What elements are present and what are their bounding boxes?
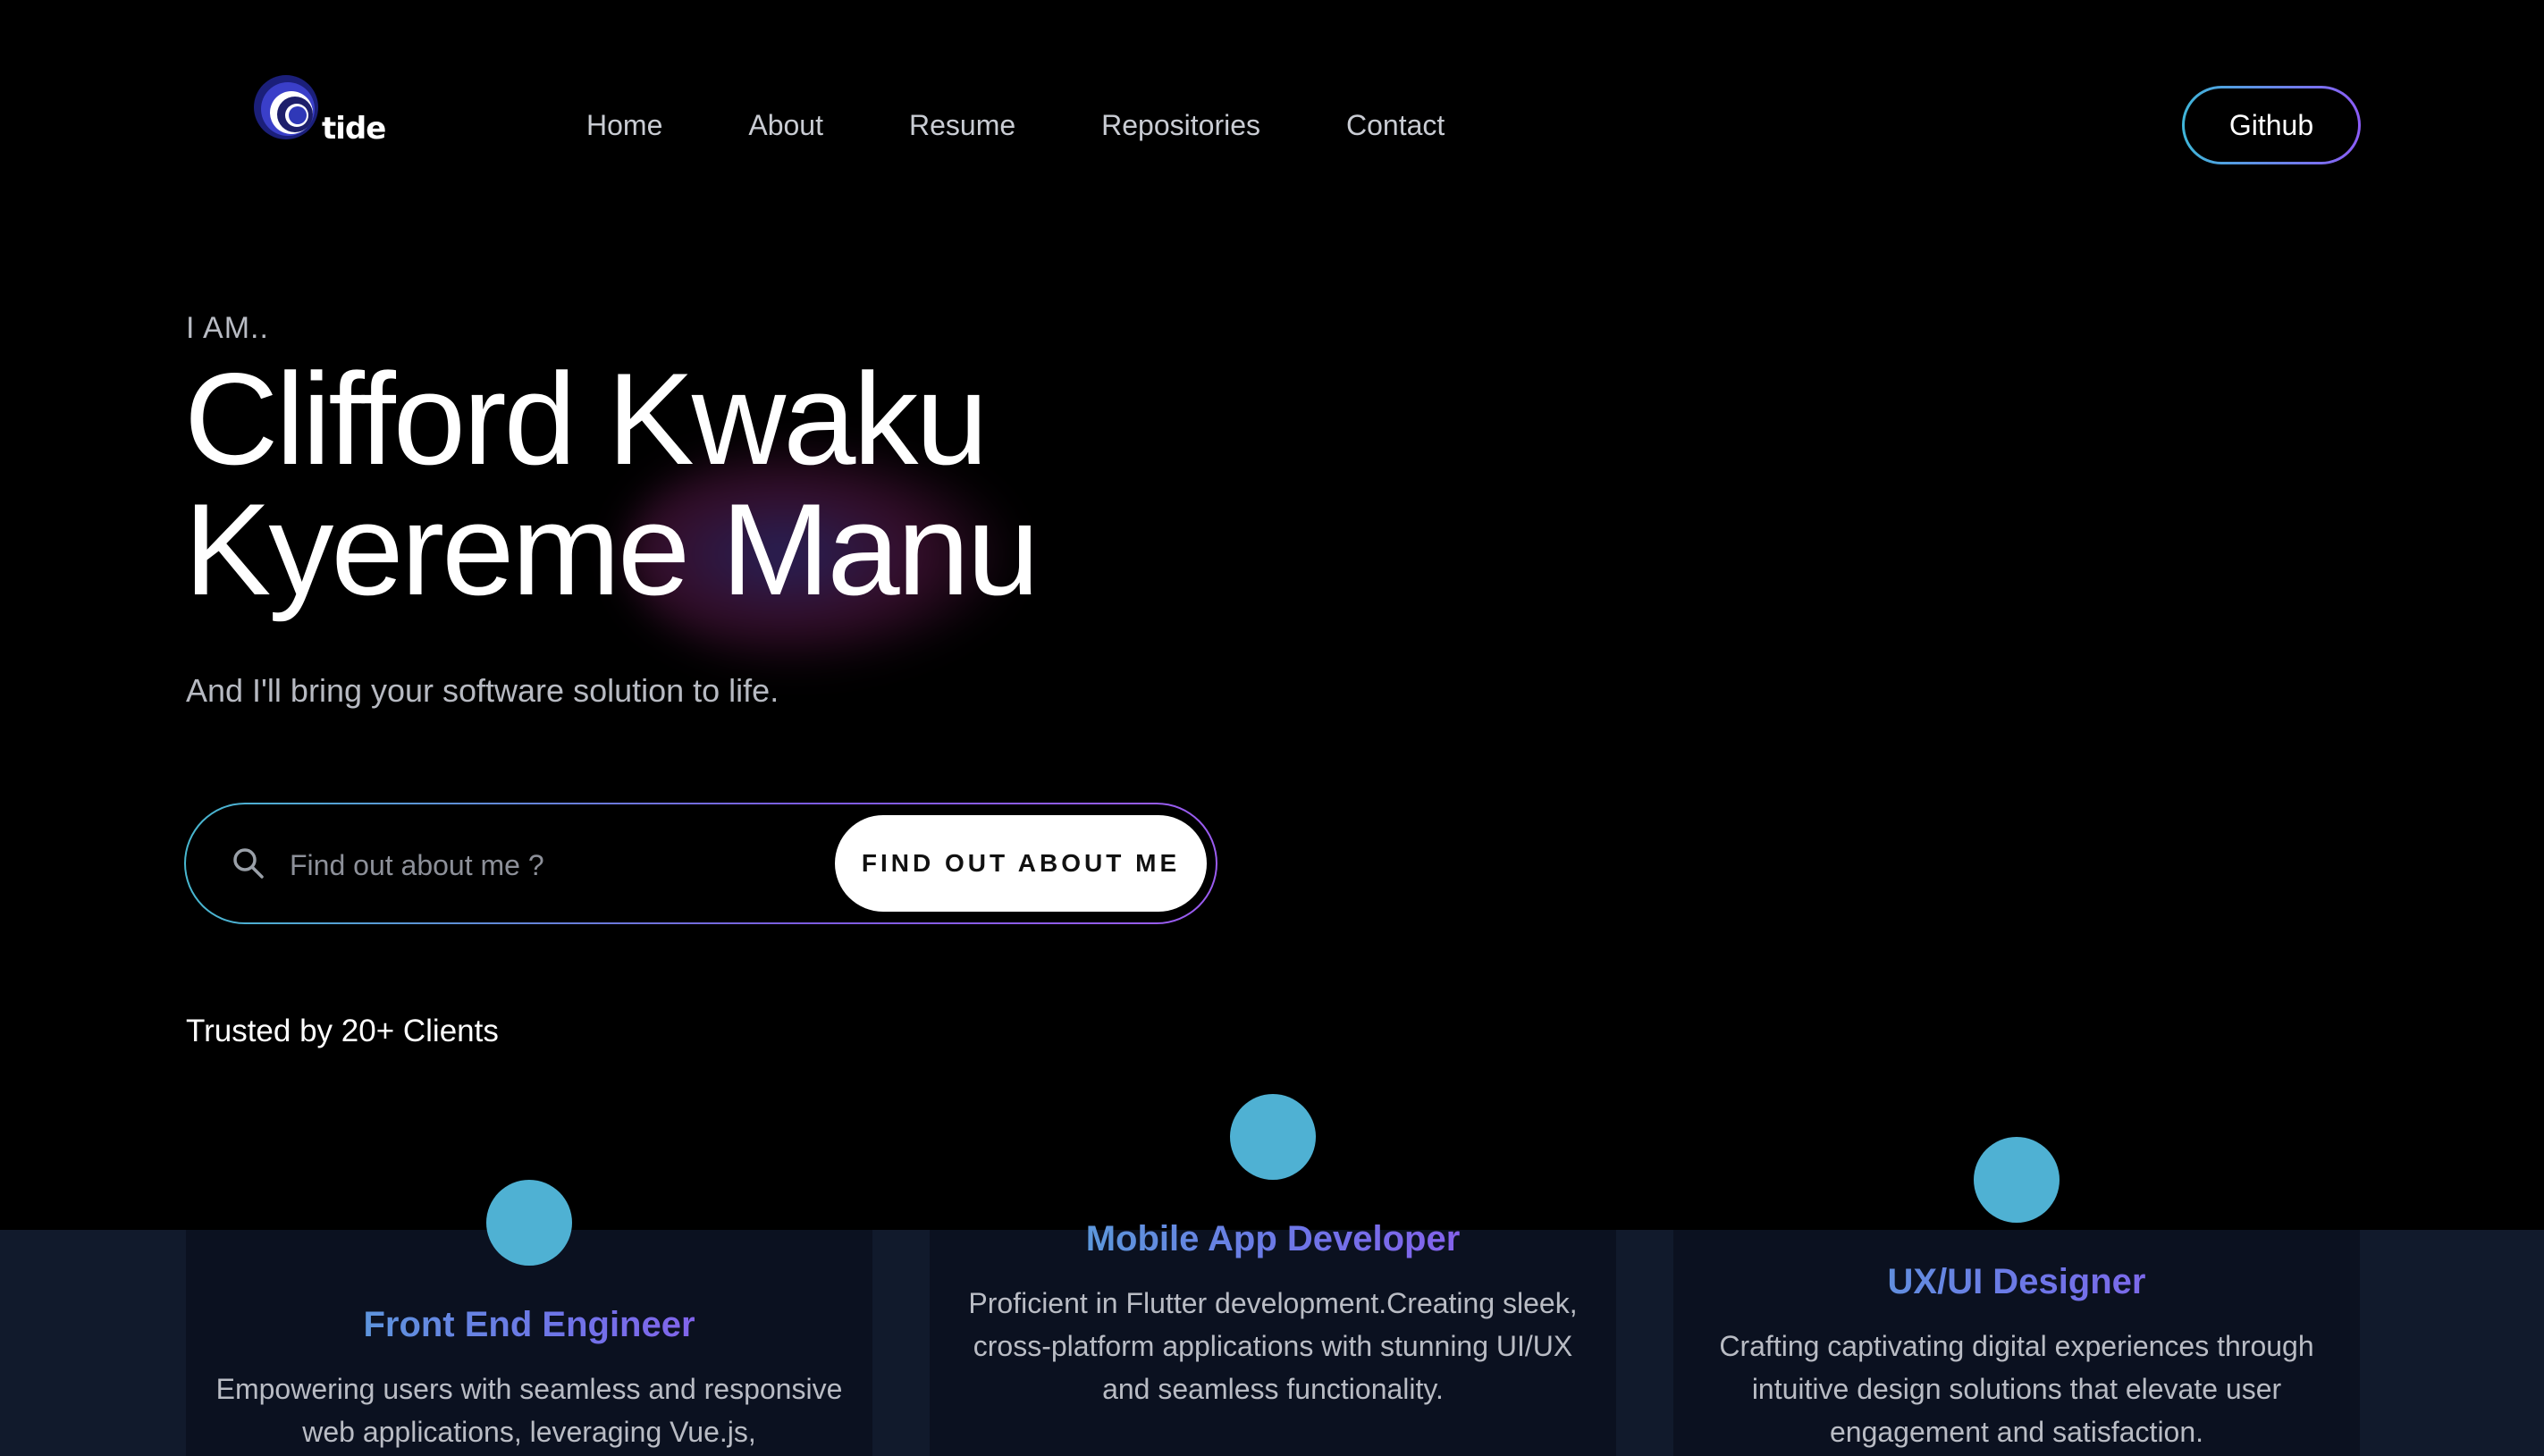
hero-name: Clifford Kwaku Kyereme Manu <box>184 354 1167 615</box>
search-icon <box>233 848 264 879</box>
top-navigation: tide Home About Resume Repositories Cont… <box>0 0 2544 250</box>
nav-link-home[interactable]: Home <box>586 105 662 145</box>
search-input[interactable] <box>288 835 899 896</box>
hero-name-line-2: Kyereme Manu <box>184 476 1040 622</box>
trusted-clients-text: Trusted by 20+ Clients <box>186 1014 499 1048</box>
github-button[interactable]: Github <box>2182 86 2361 164</box>
nav-link-resume[interactable]: Resume <box>909 105 1015 145</box>
service-title-mobile: Mobile App Developer <box>930 1219 1616 1259</box>
hero-tagline: And I'll bring your software solution to… <box>186 672 779 709</box>
main-menu: Home About Resume Repositories Contact <box>586 105 1530 145</box>
hero-eyebrow: I AM.. <box>186 311 269 345</box>
service-title-ux-ui: UX/UI Designer <box>1673 1262 2360 1302</box>
nav-link-about[interactable]: About <box>748 105 823 145</box>
tide-logo-icon <box>254 75 318 139</box>
logo-text: tide <box>322 111 386 147</box>
nav-link-repositories[interactable]: Repositories <box>1101 105 1260 145</box>
service-title-front-end: Front End Engineer <box>186 1305 872 1345</box>
nav-link-contact[interactable]: Contact <box>1346 105 1445 145</box>
service-desc-mobile: Proficient in Flutter development.Creati… <box>968 1287 1578 1405</box>
search-bar: FIND OUT ABOUT ME <box>184 803 1217 924</box>
find-out-about-me-button[interactable]: FIND OUT ABOUT ME <box>835 815 1207 912</box>
service-desc-ux-ui: Crafting captivating digital experiences… <box>1719 1330 2314 1448</box>
service-dot-front-end <box>486 1180 572 1266</box>
service-dot-ux-ui <box>1974 1137 2060 1223</box>
site-logo[interactable]: tide <box>252 73 395 154</box>
service-dot-mobile <box>1230 1094 1316 1180</box>
service-desc-front-end: Empowering users with seamless and respo… <box>215 1373 843 1448</box>
hero-name-line-1: Clifford Kwaku <box>184 346 989 492</box>
